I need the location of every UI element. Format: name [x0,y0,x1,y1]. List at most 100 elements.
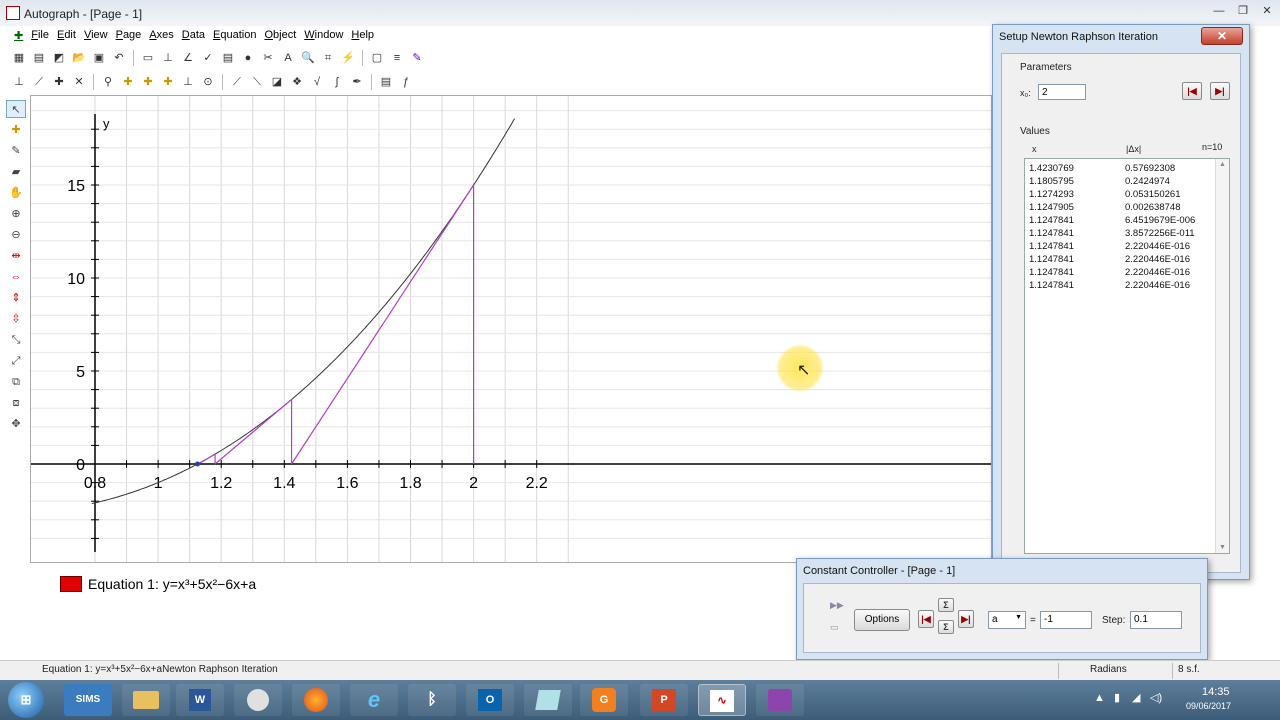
word-icon[interactable]: W [176,684,224,716]
cross-icon[interactable]: ✕ [70,73,88,91]
function-icon[interactable]: ƒ [397,73,415,91]
zoom-icon[interactable]: 🔍 [299,49,317,67]
clock-time[interactable]: 14:35 [1202,686,1230,698]
tangent-icon[interactable]: ⟋ [228,73,246,91]
circle-icon[interactable]: ⊙ [199,73,217,91]
tray-expand-icon[interactable]: ▲ [1094,692,1105,704]
angle-mode[interactable]: Radians [1090,664,1127,675]
values-list[interactable]: 1.4230769 0.57692308 1.1805795 0.2424974 1.1… [1024,158,1230,554]
add-point-2-icon[interactable]: ✚ [139,73,157,91]
values-scrollbar[interactable]: ▲ ▼ [1215,159,1229,553]
vertical-shrink-icon[interactable]: ⇳ [6,310,26,328]
pdf-icon[interactable]: G [580,684,628,716]
hand-icon[interactable]: ✋ [6,184,26,202]
zoom-box-icon[interactable]: ⧉ [6,373,26,391]
save-icon[interactable]: ▣ [90,49,108,67]
area-icon[interactable]: ◪ [268,73,286,91]
tools-icon[interactable]: ✂ [259,49,277,67]
zoom-fit-icon[interactable]: ⧈ [6,394,26,412]
menu-equation[interactable]: Equation [209,27,260,45]
undo-icon[interactable]: ↶ [110,49,128,67]
folder-icon[interactable] [122,684,170,716]
step-forward-button[interactable]: ▶| [1210,82,1230,100]
axes-icon[interactable]: ⊥ [159,49,177,67]
derivative-icon[interactable]: √ [308,73,326,91]
menu-help[interactable]: Help [347,27,378,45]
menu-view[interactable]: View [80,27,112,45]
internet-explorer-icon[interactable]: e [350,684,398,716]
keypad-icon[interactable]: ⌗ [319,49,337,67]
flash-icon[interactable]: ⚡ [339,49,357,67]
volume-icon[interactable]: ◁) [1150,691,1162,704]
options-button[interactable]: Options [854,609,910,631]
new-3d-page-icon[interactable]: ◩ [50,49,68,67]
stop-icon[interactable]: ▭ [830,622,839,633]
menu-data[interactable]: Data [178,27,209,45]
increment-button[interactable]: ▶| [958,610,974,628]
new-2d-page-icon[interactable]: ▦ [10,49,28,67]
graph-area[interactable]: 0.8 1 1.2 1.4 1.6 1.8 2 2.2 0 5 10 15 y ↖ [30,95,992,563]
decrement-button[interactable]: |◀ [918,610,934,628]
close-icon[interactable]: ✕ [1258,4,1276,18]
menu-file[interactable]: File [27,27,53,45]
line-style-icon[interactable]: ≡ [388,49,406,67]
perpendicular-icon[interactable]: ⊥ [179,73,197,91]
point-icon[interactable]: ⚲ [99,73,117,91]
taskbar-sims[interactable]: SIMS [64,684,112,716]
step-input[interactable]: 0.1 [1130,611,1182,629]
battery-icon[interactable]: ▮ [1114,691,1120,704]
integral-icon[interactable]: ∫ [328,73,346,91]
constant-select[interactable]: a ▼ [988,611,1026,629]
menu-window[interactable]: Window [300,27,347,45]
network-icon[interactable]: ◢ [1132,691,1140,704]
paint-icon[interactable] [234,684,282,716]
color-icon[interactable]: ● [239,49,257,67]
dialog-close-button[interactable]: ✕ [1201,27,1243,45]
pencil-icon[interactable]: ✎ [6,142,26,160]
stretch-icon[interactable]: ⇹ [6,247,26,265]
graph-svg[interactable]: 0.8 1 1.2 1.4 1.6 1.8 2 2.2051015 y [31,96,991,562]
x0-input[interactable]: 2 [1038,84,1086,100]
scroll-down-icon[interactable]: ▼ [1219,544,1226,551]
scale-icon[interactable]: ⊥ [10,73,28,91]
restore-icon[interactable]: ❐ [1234,4,1252,18]
scroll-up-icon[interactable]: ▲ [1219,161,1226,168]
page-layout-icon[interactable]: ▭ [139,49,157,67]
start-button[interactable]: ⊞ [8,682,44,718]
sigma-up-icon[interactable]: Σ [938,598,954,612]
menu-axes[interactable]: Axes [145,27,177,45]
notes-icon[interactable] [524,684,572,716]
fit-icon[interactable]: ⤢ [6,352,26,370]
zoom-out-icon[interactable]: ⊖ [6,226,26,244]
select-mode-icon[interactable]: ✓ [199,49,217,67]
fill-icon[interactable]: ▢ [368,49,386,67]
step-back-button[interactable]: |◀ [1182,82,1202,100]
add-point-icon[interactable]: ✚ [6,121,26,139]
menu-edit[interactable]: Edit [53,27,80,45]
grid-icon[interactable]: ✚ [50,73,68,91]
zoom-in-icon[interactable]: ⊕ [6,205,26,223]
normal-icon[interactable]: ⟍ [248,73,266,91]
play-icon[interactable]: ▶▶ [830,600,844,611]
add-point-3-icon[interactable]: ✚ [159,73,177,91]
sigma-down-icon[interactable]: Σ [938,620,954,634]
shrink-icon[interactable]: ⇔ [6,268,26,286]
minimize-icon[interactable]: — [1210,4,1228,18]
slow-plot-icon[interactable]: ∠ [179,49,197,67]
powerpoint-icon[interactable]: P [640,684,688,716]
autograph-icon[interactable]: ∿ [698,684,746,716]
vertical-stretch-icon[interactable]: ⇕ [6,289,26,307]
scale-icon[interactable]: ⤡ [6,331,26,349]
bluetooth-icon[interactable]: ᛒ [408,684,456,716]
edit-text-icon[interactable]: A [279,49,297,67]
pen-icon[interactable]: ✒ [348,73,366,91]
precision[interactable]: 8 s.f. [1178,664,1200,675]
transform-icon[interactable]: ❖ [288,73,306,91]
equation-legend[interactable]: Equation 1: y=x³+5x²−6x+a [56,573,796,643]
firefox-icon[interactable] [292,684,340,716]
menu-object[interactable]: Object [260,27,300,45]
outlook-icon[interactable]: O [466,684,514,716]
gradient-icon[interactable]: ⟋ [30,73,48,91]
new-1d-page-icon[interactable]: ▤ [30,49,48,67]
text-box-icon[interactable]: ▤ [219,49,237,67]
